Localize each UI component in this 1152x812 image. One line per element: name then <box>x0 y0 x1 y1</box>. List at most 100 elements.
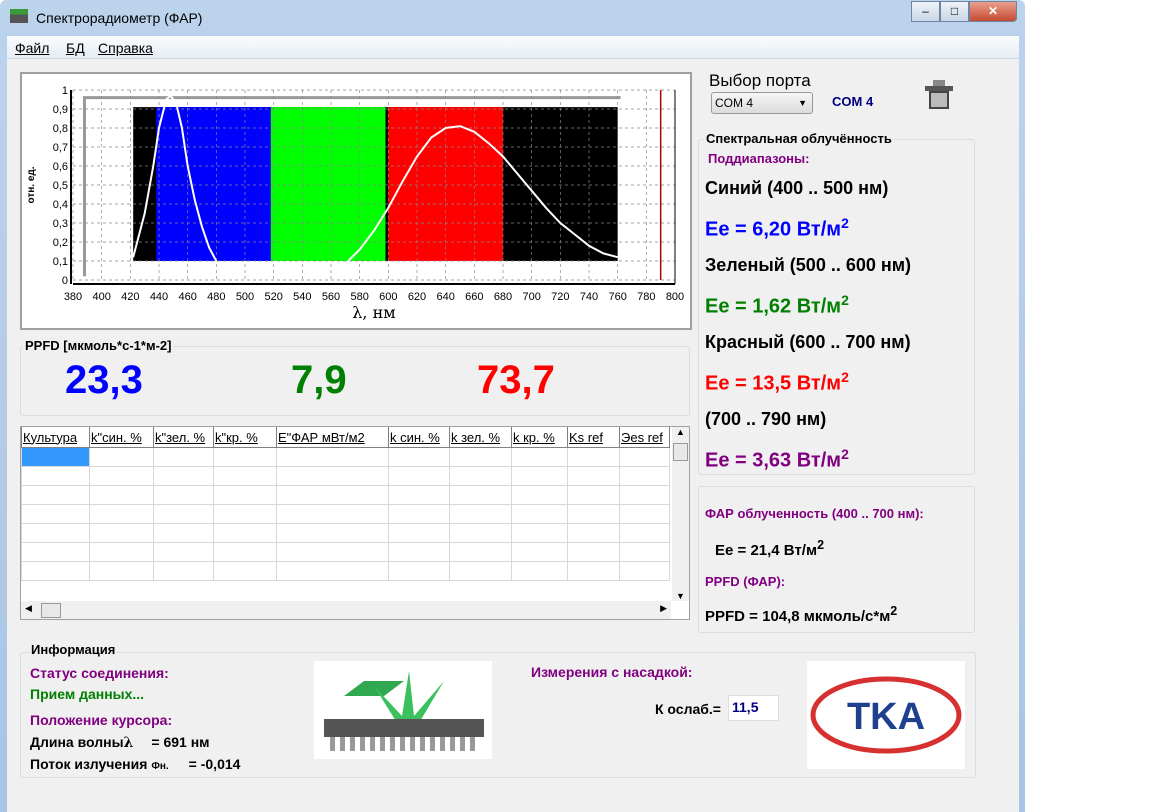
table-cell[interactable] <box>89 466 154 486</box>
table-cell[interactable] <box>89 485 154 505</box>
column-header[interactable]: k"зел. % <box>153 427 214 448</box>
table-cell[interactable] <box>213 561 277 581</box>
vertical-scrollbar[interactable]: ▲ ▼ <box>672 427 689 601</box>
table-cell[interactable] <box>619 504 670 524</box>
table-cell[interactable] <box>21 542 90 562</box>
table-cell[interactable] <box>388 485 450 505</box>
table-cell[interactable] <box>213 542 277 562</box>
table-cell[interactable] <box>89 523 154 543</box>
table-cell[interactable] <box>89 561 154 581</box>
horizontal-scrollbar[interactable]: ◀ ▶ <box>21 601 671 619</box>
table-row[interactable] <box>21 523 670 543</box>
table-cell[interactable] <box>567 485 620 505</box>
table-cell[interactable] <box>213 504 277 524</box>
table-cell[interactable] <box>153 447 214 467</box>
column-header[interactable]: Культура <box>21 427 90 448</box>
column-header[interactable]: Ks ref <box>567 427 620 448</box>
table-cell[interactable] <box>21 561 90 581</box>
menu-db[interactable]: БД <box>66 40 85 56</box>
maximize-button[interactable]: □ <box>940 1 969 22</box>
table-cell[interactable] <box>567 561 620 581</box>
table-cell[interactable] <box>153 523 214 543</box>
table-cell[interactable] <box>213 447 277 467</box>
table-cell[interactable] <box>388 466 450 486</box>
scroll-up-icon[interactable]: ▲ <box>672 427 689 437</box>
table-cell[interactable] <box>388 504 450 524</box>
table-cell[interactable] <box>567 542 620 562</box>
table-cell[interactable] <box>511 504 568 524</box>
table-cell[interactable] <box>89 542 154 562</box>
table-cell[interactable] <box>449 542 512 562</box>
table-row[interactable] <box>21 542 670 562</box>
table-cell[interactable] <box>567 466 620 486</box>
table-row[interactable] <box>21 466 670 486</box>
table-cell[interactable] <box>619 542 670 562</box>
table-cell[interactable] <box>511 523 568 543</box>
menu-file[interactable]: Файл <box>15 40 49 56</box>
table-cell[interactable] <box>21 485 90 505</box>
scroll-down-icon[interactable]: ▼ <box>672 591 689 601</box>
menu-help[interactable]: Справка <box>98 40 153 56</box>
table-cell[interactable] <box>619 447 670 467</box>
table-cell[interactable] <box>619 466 670 486</box>
table-cell[interactable] <box>89 447 154 467</box>
column-header[interactable]: k"син. % <box>89 427 154 448</box>
table-cell[interactable] <box>153 466 214 486</box>
table-cell[interactable] <box>213 466 277 486</box>
table-cell[interactable] <box>21 523 90 543</box>
table-cell[interactable] <box>511 542 568 562</box>
table-cell[interactable] <box>276 447 389 467</box>
table-cell[interactable] <box>449 561 512 581</box>
table-cell[interactable] <box>21 447 90 467</box>
table-cell[interactable] <box>619 523 670 543</box>
table-cell[interactable] <box>511 466 568 486</box>
table-cell[interactable] <box>449 523 512 543</box>
table-cell[interactable] <box>388 561 450 581</box>
table-cell[interactable] <box>21 504 90 524</box>
table-cell[interactable] <box>619 485 670 505</box>
table-cell[interactable] <box>449 447 512 467</box>
column-header[interactable]: E"ФАР мВт/м2 <box>276 427 389 448</box>
table-cell[interactable] <box>153 542 214 562</box>
table-cell[interactable] <box>276 466 389 486</box>
table-cell[interactable] <box>388 523 450 543</box>
column-header[interactable]: k"кр. % <box>213 427 277 448</box>
table-cell[interactable] <box>449 504 512 524</box>
hscroll-thumb[interactable] <box>41 603 61 618</box>
scroll-right-icon[interactable]: ▶ <box>660 603 667 614</box>
table-cell[interactable] <box>153 485 214 505</box>
table-cell[interactable] <box>567 504 620 524</box>
close-button[interactable]: ✕ <box>969 1 1017 22</box>
table-cell[interactable] <box>276 542 389 562</box>
table-cell[interactable] <box>276 485 389 505</box>
table-cell[interactable] <box>511 447 568 467</box>
table-row[interactable] <box>21 561 670 581</box>
table-cell[interactable] <box>511 561 568 581</box>
table-cell[interactable] <box>276 561 389 581</box>
table-cell[interactable] <box>449 466 512 486</box>
table-cell[interactable] <box>213 523 277 543</box>
minimize-button[interactable]: – <box>911 1 940 22</box>
column-header[interactable]: k зел. % <box>449 427 512 448</box>
table-cell[interactable] <box>213 485 277 505</box>
table-row[interactable] <box>21 485 670 505</box>
column-header[interactable]: k кр. % <box>511 427 568 448</box>
column-header[interactable]: k син. % <box>388 427 450 448</box>
table-cell[interactable] <box>21 466 90 486</box>
table-cell[interactable] <box>567 447 620 467</box>
port-select[interactable]: COM 4 ▼ <box>711 92 813 114</box>
table-row[interactable] <box>21 504 670 524</box>
table-cell[interactable] <box>153 504 214 524</box>
data-table[interactable]: Культура k"син. % k"зел. % k"кр. % E"ФАР мВт… <box>20 426 690 620</box>
table-cell[interactable] <box>567 523 620 543</box>
table-cell[interactable] <box>388 542 450 562</box>
column-header[interactable]: Эes ref <box>619 427 670 448</box>
scroll-left-icon[interactable]: ◀ <box>25 603 32 614</box>
table-cell[interactable] <box>388 447 450 467</box>
table-cell[interactable] <box>276 523 389 543</box>
table-cell[interactable] <box>276 504 389 524</box>
spectrum-chart[interactable]: 380 400 420 440 460 480 500 520 540 560 580 600 620 6… <box>20 72 692 330</box>
table-cell[interactable] <box>619 561 670 581</box>
table-row[interactable] <box>21 447 670 467</box>
k-input[interactable]: 11,5 <box>728 695 779 721</box>
